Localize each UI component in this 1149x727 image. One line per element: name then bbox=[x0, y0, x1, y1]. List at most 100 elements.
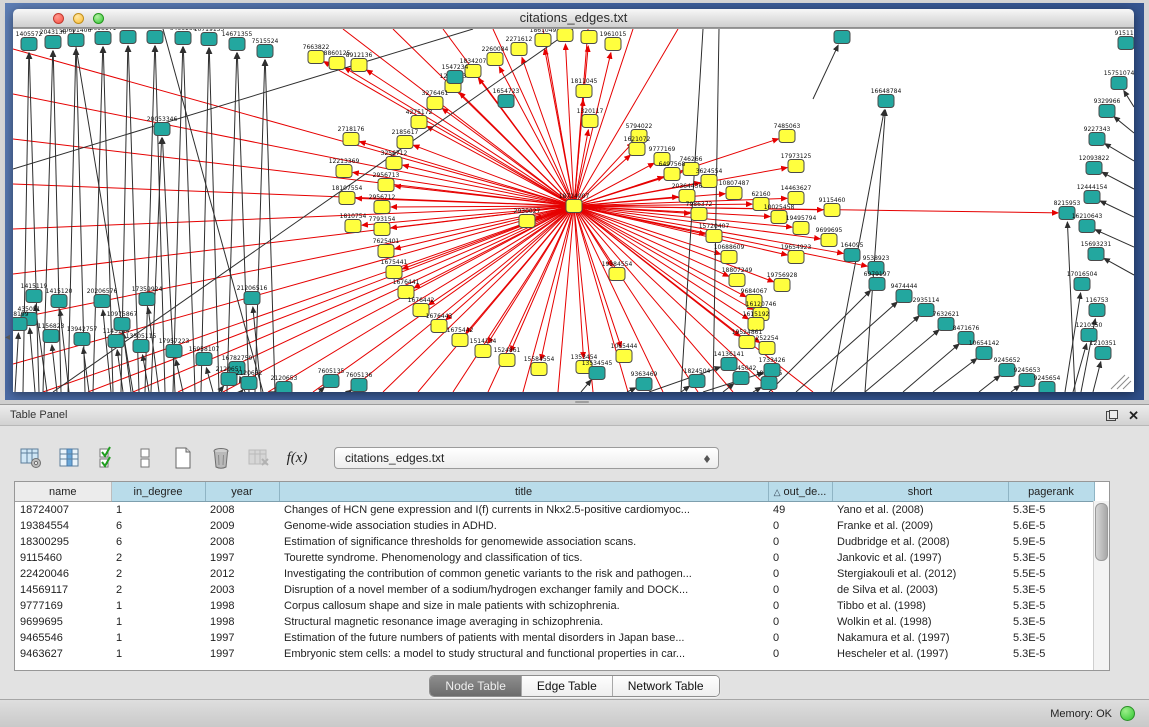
table-cell[interactable]: Structural magnetic resonance image aver… bbox=[279, 614, 768, 630]
delete-table-icon[interactable] bbox=[246, 445, 272, 471]
graph-node[interactable]: 164095 bbox=[841, 242, 864, 262]
table-cell[interactable]: 0 bbox=[768, 518, 832, 534]
table-cell[interactable]: Dudbridge et al. (2008) bbox=[832, 534, 1008, 550]
table-cell[interactable]: 0 bbox=[768, 630, 832, 646]
table-cell[interactable]: 6 bbox=[111, 518, 205, 534]
graph-node[interactable]: 7605136 bbox=[346, 372, 373, 392]
graph-node[interactable]: 18807249 bbox=[722, 267, 753, 287]
graph-node[interactable]: 10053287 bbox=[113, 29, 144, 44]
table-cell[interactable]: 2 bbox=[111, 566, 205, 582]
graph-node[interactable]: 1811045 bbox=[571, 78, 598, 98]
table-cell[interactable]: 1997 bbox=[205, 630, 279, 646]
graph-node[interactable]: 2718176 bbox=[338, 126, 365, 146]
table-cell[interactable]: 0 bbox=[768, 534, 832, 550]
table-cell[interactable]: 2012 bbox=[205, 566, 279, 582]
table-cell[interactable]: 2 bbox=[111, 582, 205, 598]
table-cell[interactable]: 1997 bbox=[205, 550, 279, 566]
table-cell[interactable]: 2 bbox=[111, 550, 205, 566]
table-cell[interactable]: Tourette syndrome. Phenomenology and cla… bbox=[279, 550, 768, 566]
graph-node[interactable]: 915119 bbox=[1115, 30, 1134, 50]
table-cell[interactable]: Nakamura et al. (1997) bbox=[832, 630, 1008, 646]
graph-node[interactable]: 12444154 bbox=[1077, 184, 1108, 204]
graph-node[interactable]: 252254 bbox=[756, 335, 779, 355]
graph-node[interactable]: 6466160 bbox=[170, 29, 197, 45]
graph-node[interactable]: 10719155 bbox=[194, 29, 225, 46]
table-cell[interactable]: 0 bbox=[768, 550, 832, 566]
table-cell[interactable]: 1997 bbox=[205, 646, 279, 662]
graph-node[interactable]: 12213369 bbox=[329, 158, 360, 178]
graph-node[interactable]: 14671355 bbox=[222, 31, 253, 51]
table-cell[interactable]: 5.3E-5 bbox=[1008, 630, 1094, 646]
table-cell[interactable]: Franke et al. (2009) bbox=[832, 518, 1008, 534]
graph-node[interactable]: 1065444 bbox=[611, 343, 638, 363]
graph-node[interactable]: 14463627 bbox=[781, 185, 812, 205]
graph-node[interactable]: 1621072 bbox=[624, 136, 651, 156]
scrollbar-thumb[interactable] bbox=[1095, 503, 1108, 561]
graph-node[interactable]: 1415120 bbox=[46, 288, 73, 308]
graph-node[interactable]: 116753 bbox=[1086, 297, 1109, 317]
graph-node[interactable]: 9245654 bbox=[1034, 375, 1061, 392]
table-cell[interactable]: Yano et al. (2008) bbox=[832, 502, 1008, 519]
table-cell[interactable]: 1 bbox=[111, 646, 205, 662]
graph-node[interactable]: 1810754 bbox=[340, 213, 367, 233]
graph-node[interactable]: 19495794 bbox=[786, 215, 817, 235]
graph-node[interactable]: 17016504 bbox=[1067, 271, 1098, 291]
table-cell[interactable]: 2009 bbox=[205, 518, 279, 534]
table-cell[interactable]: 9699695 bbox=[15, 614, 111, 630]
table-cell[interactable]: 1 bbox=[111, 502, 205, 519]
table-row[interactable]: 977716911998Corpus callosum shape and si… bbox=[15, 598, 1094, 614]
table-mode-icon[interactable] bbox=[18, 445, 44, 471]
graph-node[interactable]: 8912136 bbox=[346, 52, 373, 72]
table-cell[interactable]: Stergiakouli et al. (2012) bbox=[832, 566, 1008, 582]
table-cell[interactable]: Investigating the contribution of common… bbox=[279, 566, 768, 582]
minimize-window-button[interactable] bbox=[73, 13, 84, 24]
table-cell[interactable]: 0 bbox=[768, 598, 832, 614]
table-cell[interactable]: 5.5E-5 bbox=[1008, 566, 1094, 582]
table-cell[interactable]: 5.3E-5 bbox=[1008, 550, 1094, 566]
table-row[interactable]: 969969511998Structural magnetic resonanc… bbox=[15, 614, 1094, 630]
table-cell[interactable]: 0 bbox=[768, 582, 832, 598]
close-window-button[interactable] bbox=[53, 13, 64, 24]
table-row[interactable]: 1830029562008Estimation of significance … bbox=[15, 534, 1094, 550]
graph-node[interactable]: 21206516 bbox=[237, 285, 268, 305]
column-header-name[interactable]: name bbox=[15, 482, 111, 502]
table-cell[interactable]: Estimation of the future numbers of pati… bbox=[279, 630, 768, 646]
graph-node[interactable]: 9329966 bbox=[1094, 98, 1121, 118]
panel-collapse-arrow[interactable]: ◂ bbox=[5, 333, 10, 343]
graph-node[interactable]: 1210351 bbox=[1090, 340, 1117, 360]
table-cell[interactable]: 5.3E-5 bbox=[1008, 646, 1094, 662]
table-cell[interactable]: 5.3E-5 bbox=[1008, 582, 1094, 598]
graph-node[interactable]: 10807487 bbox=[719, 180, 750, 200]
graph-node[interactable]: 1524861 bbox=[494, 347, 521, 367]
table-row[interactable]: 946554611997Estimation of the future num… bbox=[15, 630, 1094, 646]
graph-node[interactable]: 1824504 bbox=[684, 368, 711, 388]
table-cell[interactable]: 0 bbox=[768, 646, 832, 662]
graph-node[interactable]: 13505115 bbox=[126, 333, 157, 353]
column-header-pagerank[interactable]: pagerank bbox=[1008, 482, 1094, 502]
graph-node[interactable]: 1572341 bbox=[576, 29, 603, 44]
graph-node[interactable]: 19756928 bbox=[767, 272, 798, 292]
network-window-titlebar[interactable]: citations_edges.txt bbox=[13, 9, 1134, 28]
function-builder-icon[interactable]: f(x) bbox=[284, 445, 310, 471]
table-cell[interactable]: 9465546 bbox=[15, 630, 111, 646]
graph-node[interactable]: 19384554 bbox=[602, 261, 633, 281]
table-cell[interactable]: 6 bbox=[111, 534, 205, 550]
show-columns-icon[interactable] bbox=[56, 445, 82, 471]
network-canvas[interactable]: 1872400729300271938455457940221621072977… bbox=[13, 28, 1134, 392]
graph-node[interactable]: 8113054 bbox=[829, 29, 856, 44]
table-cell[interactable]: 18724007 bbox=[15, 502, 111, 519]
table-row[interactable]: 911546021997Tourette syndrome. Phenomeno… bbox=[15, 550, 1094, 566]
table-cell[interactable]: 19384554 bbox=[15, 518, 111, 534]
graph-node[interactable]: 1405572 bbox=[16, 31, 43, 51]
table-cell[interactable]: 49 bbox=[768, 502, 832, 519]
graph-node[interactable]: 16648784 bbox=[871, 88, 902, 108]
table-cell[interactable]: 9777169 bbox=[15, 598, 111, 614]
graph-node[interactable]: 3256712 bbox=[381, 150, 408, 170]
graph-node[interactable]: 9115460 bbox=[819, 197, 846, 217]
table-selector-dropdown[interactable]: citations_edges.txt bbox=[334, 447, 719, 469]
graph-node[interactable]: 12093822 bbox=[1079, 155, 1110, 175]
table-cell[interactable]: Disruption of a novel member of a sodium… bbox=[279, 582, 768, 598]
table-cell[interactable]: 5.9E-5 bbox=[1008, 534, 1094, 550]
zoom-window-button[interactable] bbox=[93, 13, 104, 24]
table-cell[interactable]: Estimation of significance thresholds fo… bbox=[279, 534, 768, 550]
